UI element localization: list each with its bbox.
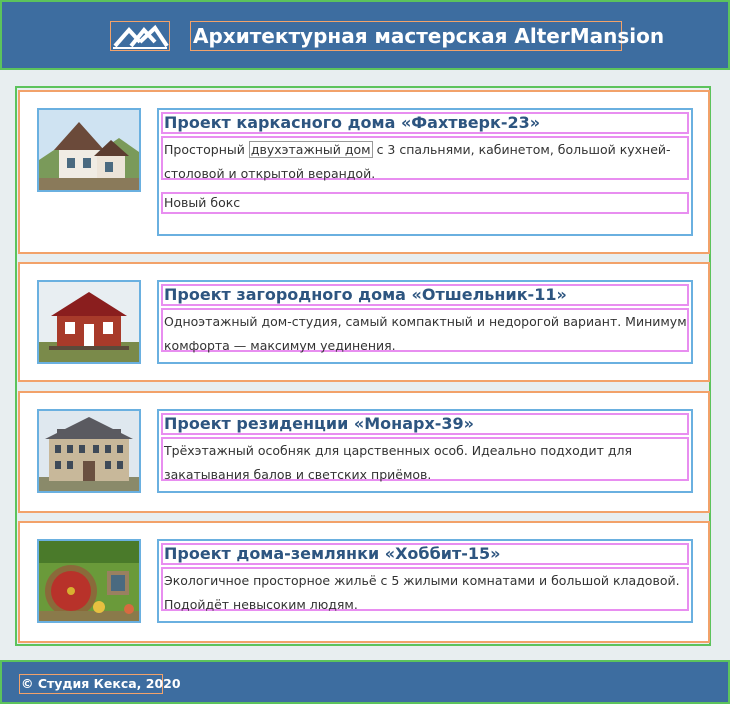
project-title[interactable]: Проект резиденции «Монарх-39» (161, 413, 689, 435)
project-title[interactable]: Проект каркасного дома «Фахтверк-23» (161, 112, 689, 134)
project-title[interactable]: Проект дома-землянки «Хоббит-15» (161, 543, 689, 565)
mountains-logo-icon[interactable] (110, 21, 170, 51)
mansion-photo[interactable] (37, 409, 141, 493)
project-info: Проект каркасного дома «Фахтверк-23» Про… (157, 108, 693, 236)
project-card: Проект каркасного дома «Фахтверк-23» Про… (18, 90, 710, 254)
project-description: Экологичное просторное жильё с 5 жилыми … (161, 567, 689, 612)
project-description: Одноэтажный дом-студия, самый компактный… (161, 308, 689, 353)
highlighted-text: двухэтажный дом (248, 141, 373, 158)
copyright-text: © Студия Кекса, 2020 (19, 674, 181, 694)
site-title: Архитектурная мастерская AlterMansion (190, 21, 664, 51)
site-footer: © Студия Кекса, 2020 (0, 660, 730, 704)
project-card: Проект резиденции «Монарх-39» Трёхэтажны… (18, 391, 710, 513)
hobbit-house-photo[interactable] (37, 539, 141, 623)
project-card: Проект дома-землянки «Хоббит-15» Экологи… (18, 521, 710, 643)
description-text: Просторный (164, 142, 249, 157)
project-description: Трёхэтажный особняк для царственных особ… (161, 437, 689, 482)
project-info: Проект резиденции «Монарх-39» Трёхэтажны… (157, 409, 693, 493)
project-info: Проект загородного дома «Отшельник-11» О… (157, 280, 693, 364)
site-header: Архитектурная мастерская AlterMansion (0, 0, 730, 70)
new-box: Новый бокс (161, 192, 689, 214)
frame-house-photo[interactable] (37, 108, 141, 192)
red-cottage-photo[interactable] (37, 280, 141, 364)
project-info: Проект дома-землянки «Хоббит-15» Экологи… (157, 539, 693, 623)
project-title[interactable]: Проект загородного дома «Отшельник-11» (161, 284, 689, 306)
project-card: Проект загородного дома «Отшельник-11» О… (18, 262, 710, 382)
project-description: Просторный двухэтажный дом с 3 спальнями… (161, 136, 689, 181)
